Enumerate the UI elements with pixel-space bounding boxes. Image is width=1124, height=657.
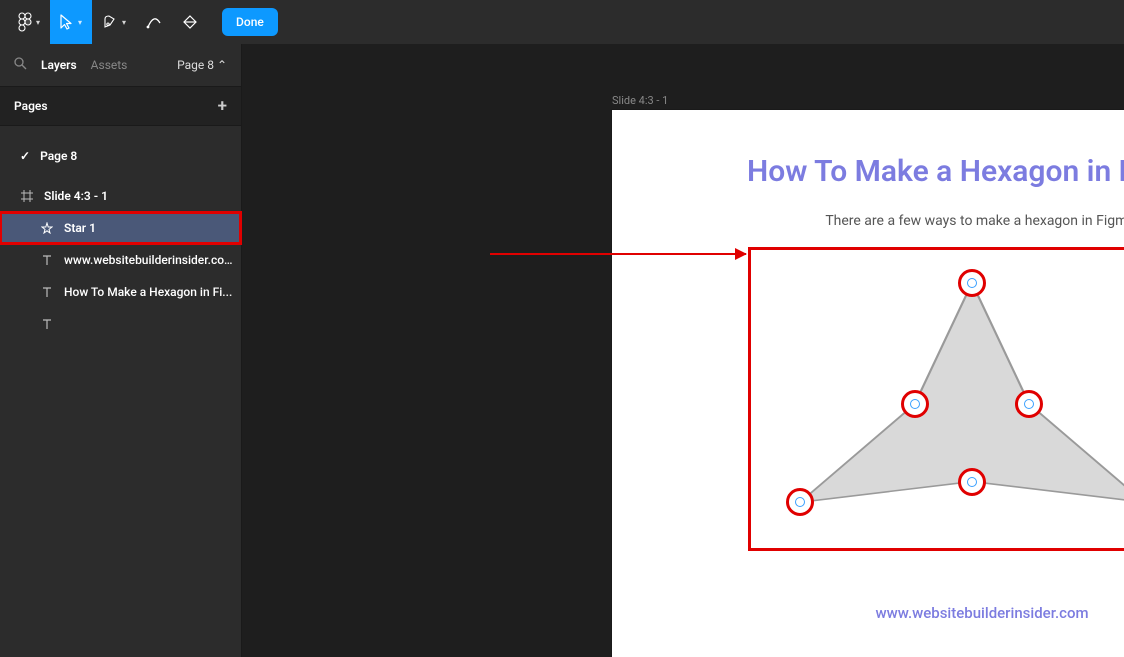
search-icon[interactable] bbox=[14, 57, 27, 73]
layer-row-star[interactable]: Star 1 bbox=[0, 212, 241, 244]
slide-footer: www.websitebuilderinsider.com bbox=[612, 604, 1124, 622]
page-row-label: Page 8 bbox=[40, 149, 77, 163]
canvas[interactable]: Slide 4:3 - 1 How To Make a Hexagon in F… bbox=[242, 44, 1124, 657]
tab-assets[interactable]: Assets bbox=[91, 58, 128, 72]
layer-row-frame[interactable]: Slide 4:3 - 1 bbox=[0, 180, 241, 212]
frame-icon bbox=[20, 190, 34, 202]
pen-tool-button[interactable]: ▾ bbox=[92, 0, 136, 44]
check-icon: ✓ bbox=[20, 149, 30, 163]
text-icon bbox=[40, 319, 54, 330]
frame-label[interactable]: Slide 4:3 - 1 bbox=[612, 94, 668, 107]
chevron-down-icon: ▾ bbox=[36, 18, 40, 27]
vertex-point[interactable] bbox=[901, 390, 929, 418]
text-icon bbox=[40, 287, 54, 298]
layer-row-text[interactable] bbox=[0, 308, 241, 340]
move-tool-button[interactable]: ▾ bbox=[50, 0, 92, 44]
done-button[interactable]: Done bbox=[222, 8, 278, 36]
bend-tool-button[interactable] bbox=[136, 0, 172, 44]
layer-label: How To Make a Hexagon in Fi... bbox=[64, 285, 232, 299]
layer-label: Slide 4:3 - 1 bbox=[44, 189, 108, 203]
tab-layers[interactable]: Layers bbox=[41, 58, 77, 72]
vertex-point[interactable] bbox=[1015, 390, 1043, 418]
add-page-button[interactable]: + bbox=[218, 96, 227, 116]
star-icon bbox=[40, 222, 54, 234]
slide-title: How To Make a Hexagon in Figma? bbox=[612, 110, 1124, 189]
annotation-arrow bbox=[490, 253, 746, 255]
layer-label: www.websitebuilderinsider.com bbox=[64, 253, 234, 267]
chevron-up-icon: ⌃ bbox=[217, 58, 227, 72]
layer-row-text[interactable]: How To Make a Hexagon in Fi... bbox=[0, 276, 241, 308]
text-icon bbox=[40, 255, 54, 266]
pages-header: Pages + bbox=[0, 86, 241, 126]
page-row[interactable]: ✓ Page 8 bbox=[0, 140, 241, 172]
annotation-box bbox=[748, 247, 1124, 551]
toolbar: ▾ ▾ ▾ Done bbox=[0, 0, 1124, 44]
vertex-point[interactable] bbox=[958, 269, 986, 297]
page-selector[interactable]: Page 8 ⌃ bbox=[177, 58, 227, 72]
chevron-down-icon: ▾ bbox=[78, 18, 82, 27]
slide-subtitle: There are a few ways to make a hexagon i… bbox=[612, 213, 1124, 229]
vertex-point[interactable] bbox=[958, 468, 986, 496]
layer-label: Star 1 bbox=[64, 221, 96, 235]
figma-menu-button[interactable]: ▾ bbox=[8, 0, 50, 44]
layers-list: Slide 4:3 - 1 Star 1 www.websitebuilderi… bbox=[0, 180, 241, 340]
star-shape[interactable] bbox=[781, 270, 1124, 528]
paint-bucket-tool-button[interactable] bbox=[172, 0, 208, 44]
pages-label: Pages bbox=[14, 99, 48, 113]
left-panel: Layers Assets Page 8 ⌃ Pages + ✓ Page 8 … bbox=[0, 44, 242, 657]
slide-frame[interactable]: How To Make a Hexagon in Figma? There ar… bbox=[612, 110, 1124, 657]
vertex-point[interactable] bbox=[786, 488, 814, 516]
layer-row-text[interactable]: www.websitebuilderinsider.com bbox=[0, 244, 241, 276]
chevron-down-icon: ▾ bbox=[122, 18, 126, 27]
